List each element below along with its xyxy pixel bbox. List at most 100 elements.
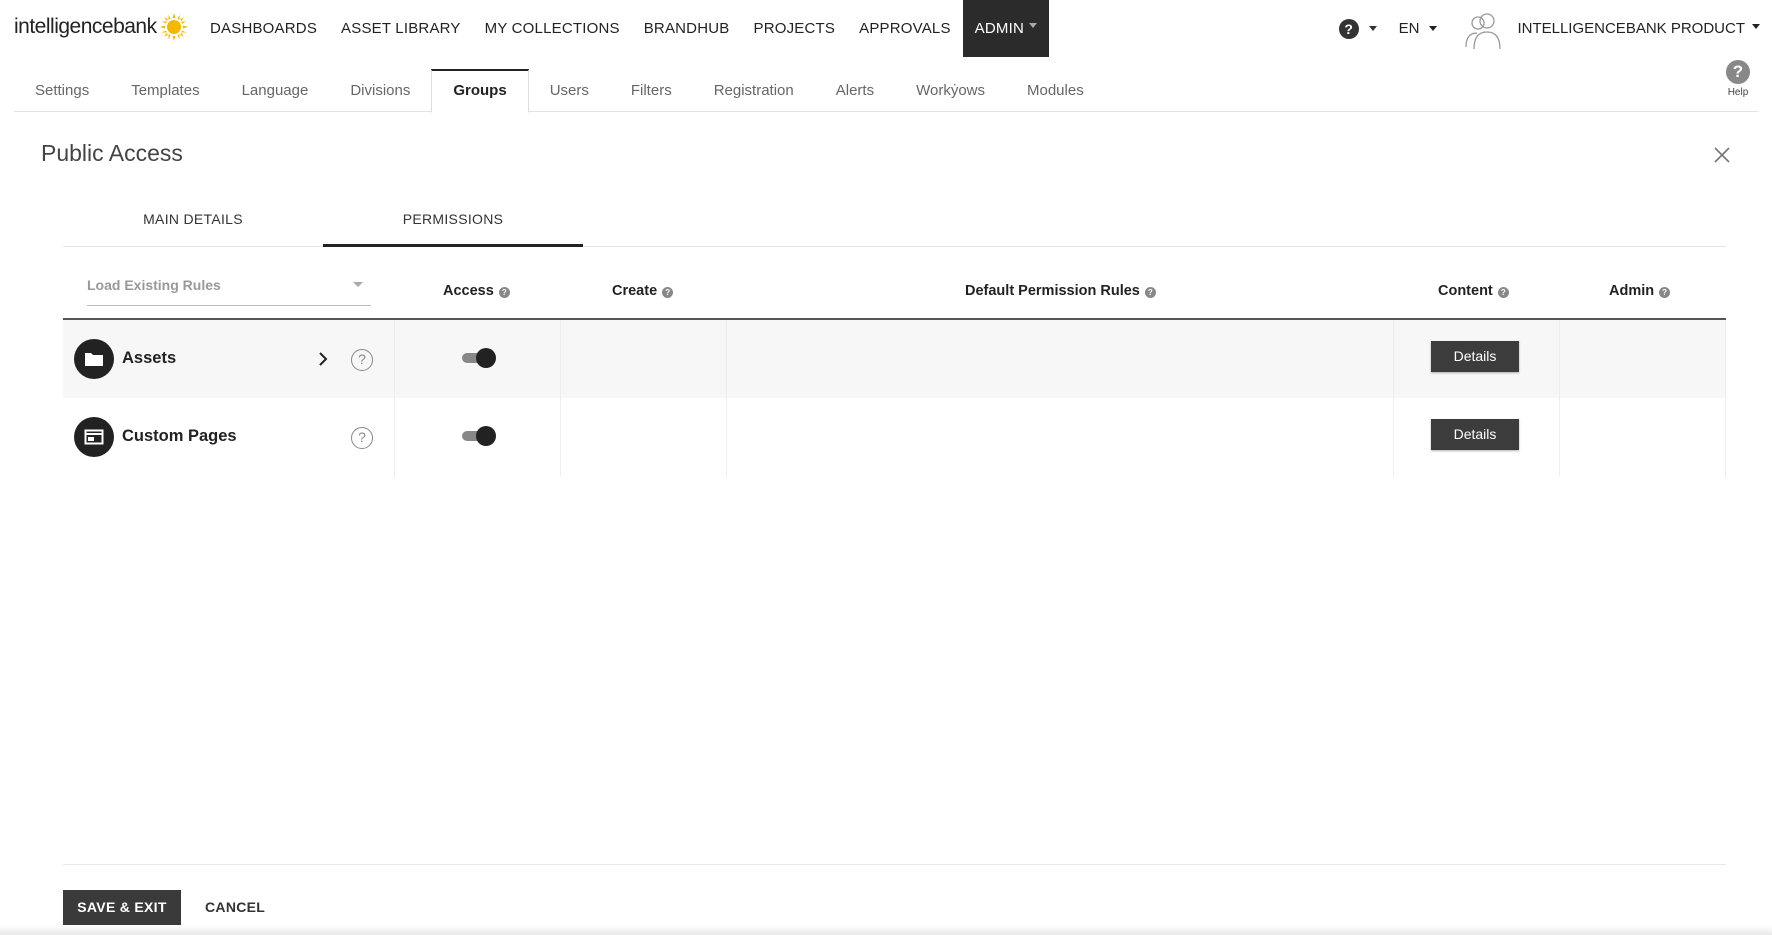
nav-label: DASHBOARDS	[210, 20, 318, 37]
bottom-shadow	[0, 925, 1772, 935]
top-right-controls: ? EN INTELLIGENCEBANK PRODUCT	[1338, 0, 1772, 57]
column-divider	[1559, 320, 1560, 398]
column-label: Access	[443, 283, 494, 299]
help-circle-icon[interactable]: ?	[351, 427, 373, 449]
chevron-right-icon[interactable]	[313, 349, 333, 369]
column-label: Admin	[1609, 283, 1655, 299]
subnav-filters[interactable]: Filters	[610, 69, 693, 112]
column-divider	[394, 320, 395, 398]
subnav-divisions[interactable]: Divisions	[329, 69, 431, 112]
load-existing-rules-select[interactable]: Load Existing Rules	[87, 276, 371, 306]
module-label-custom-pages: Custom Pages	[122, 427, 237, 445]
nav-label: ADMIN	[974, 20, 1025, 37]
column-divider	[394, 398, 395, 476]
account-name: INTELLIGENCEBANK PRODUCT	[1517, 20, 1745, 37]
nav-brandhub[interactable]: BRANDHUB	[632, 0, 742, 57]
footer-divider	[63, 864, 1726, 865]
module-label-assets: Assets	[122, 349, 177, 367]
access-toggle-custom-pages[interactable]	[462, 425, 496, 446]
user-avatar-icon[interactable]	[1461, 7, 1505, 51]
subnav-users[interactable]: Users	[529, 69, 610, 112]
chevron-down-icon	[1429, 26, 1438, 31]
help-button[interactable]: ? Help	[1718, 60, 1758, 98]
language-label: EN	[1398, 20, 1420, 37]
column-header-create: Create?	[612, 283, 674, 299]
column-header-default-permission-rules: Default Permission Rules?	[965, 283, 1156, 299]
subnav-groups[interactable]: Groups	[431, 69, 529, 113]
column-label: Content	[1438, 283, 1493, 299]
info-icon[interactable]: ?	[662, 286, 674, 298]
subnav-language[interactable]: Language	[221, 69, 330, 112]
column-divider	[726, 398, 727, 476]
help-circle-icon[interactable]: ?	[351, 349, 373, 371]
toggle-knob	[476, 348, 496, 368]
help-label: Help	[1727, 87, 1749, 98]
cancel-button[interactable]: CANCEL	[205, 890, 265, 925]
column-divider	[1725, 320, 1726, 398]
column-header-admin: Admin?	[1609, 283, 1671, 299]
access-toggle-assets[interactable]	[462, 347, 496, 368]
nav-my-collections[interactable]: MY COLLECTIONS	[473, 0, 632, 57]
main-nav: DASHBOARDS ASSET LIBRARY MY COLLECTIONS …	[198, 0, 1050, 57]
nav-approvals[interactable]: APPROVALS	[847, 0, 963, 57]
folder-icon	[74, 339, 114, 379]
help-icon: ?	[1338, 18, 1359, 39]
column-label: Default Permission Rules	[965, 283, 1140, 299]
sun-logo-icon	[159, 13, 188, 41]
top-navigation-bar: intelligencebank DASHBOARDS ASSET LIBRAR…	[0, 0, 1772, 57]
nav-label: ASSET LIBRARY	[341, 20, 461, 37]
nav-label: BRANDHUB	[643, 20, 730, 37]
subnav-settings[interactable]: Settings	[14, 69, 110, 112]
details-button-custom-pages[interactable]: Details	[1431, 419, 1519, 450]
subnav-registration[interactable]: Registration	[693, 69, 815, 112]
subnav-alerts[interactable]: Alerts	[815, 69, 895, 112]
nav-asset-library[interactable]: ASSET LIBRARY	[329, 0, 473, 57]
nav-dashboards[interactable]: DASHBOARDS	[198, 0, 329, 57]
admin-subnav: Settings Templates Language Divisions Gr…	[14, 69, 1758, 113]
column-divider	[560, 398, 561, 476]
page-icon	[74, 417, 114, 457]
column-header-content: Content?	[1438, 283, 1509, 299]
column-divider	[1725, 398, 1726, 476]
save-and-exit-button[interactable]: SAVE & EXIT	[63, 890, 181, 925]
tab-main-details[interactable]: MAIN DETAILS	[63, 198, 323, 247]
column-divider	[560, 320, 561, 398]
nav-admin[interactable]: ADMIN	[962, 0, 1050, 57]
column-divider	[726, 320, 727, 398]
nav-projects[interactable]: PROJECTS	[741, 0, 847, 57]
subnav-modules[interactable]: Modules	[1006, 69, 1105, 112]
column-divider	[1559, 398, 1560, 476]
subnav-templates[interactable]: Templates	[110, 69, 220, 112]
nav-label: PROJECTS	[753, 20, 836, 37]
language-selector[interactable]: EN	[1399, 20, 1438, 37]
load-rules-placeholder: Load Existing Rules	[87, 277, 221, 293]
column-header-access: Access?	[443, 283, 510, 299]
subnav-workflows[interactable]: Workẏows	[895, 69, 1006, 112]
table-row: Assets ? Details	[63, 320, 1726, 398]
logo-text: intelligencebank	[14, 15, 157, 38]
panel-title: Public Access	[41, 140, 183, 166]
nav-label: APPROVALS	[859, 20, 951, 37]
permissions-table-header: Load Existing Rules Access? Create? Defa…	[63, 270, 1726, 320]
close-icon[interactable]	[1712, 145, 1732, 165]
info-icon[interactable]: ?	[1659, 286, 1671, 298]
nav-label: MY COLLECTIONS	[484, 20, 620, 37]
intelligencebank-logo[interactable]: intelligencebank	[14, 10, 188, 44]
panel-tabs: MAIN DETAILS PERMISSIONS	[63, 198, 1726, 247]
chevron-down-icon	[353, 282, 363, 287]
chevron-down-icon	[1368, 26, 1377, 31]
account-menu[interactable]: INTELLIGENCEBANK PRODUCT	[1517, 20, 1760, 37]
chevron-down-icon	[1029, 22, 1038, 28]
details-button-assets[interactable]: Details	[1431, 341, 1519, 372]
column-label: Create	[612, 283, 658, 299]
column-divider	[1393, 320, 1394, 398]
info-icon[interactable]: ?	[1497, 286, 1509, 298]
help-menu[interactable]: ?	[1338, 18, 1377, 39]
help-icon: ?	[1726, 60, 1750, 84]
info-icon[interactable]: ?	[1144, 286, 1156, 298]
column-divider	[1393, 398, 1394, 476]
toggle-knob	[476, 426, 496, 446]
info-icon[interactable]: ?	[498, 286, 510, 298]
tab-permissions[interactable]: PERMISSIONS	[323, 198, 583, 247]
chevron-down-icon	[1752, 24, 1760, 29]
